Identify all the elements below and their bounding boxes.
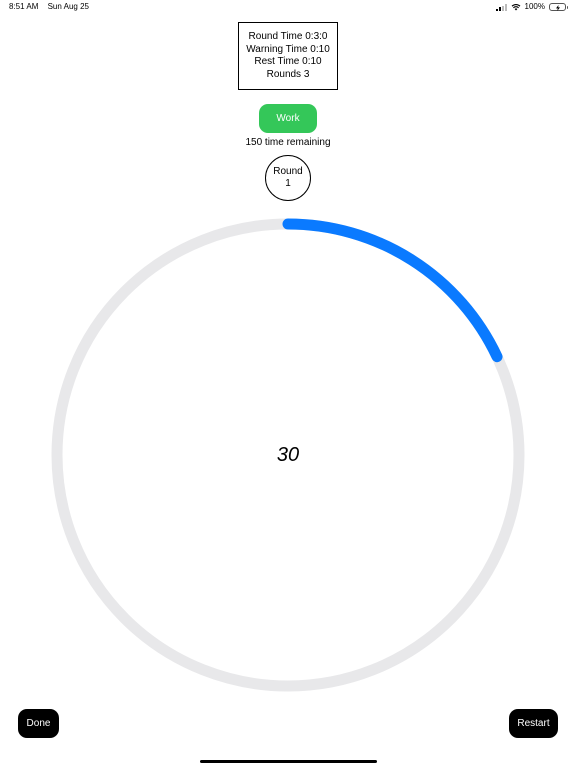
progress-ring <box>51 218 525 692</box>
timer-screen: 8:51 AM Sun Aug 25 100% Round Time 0:3:0… <box>0 0 576 768</box>
home-indicator[interactable] <box>200 760 377 763</box>
restart-button[interactable]: Restart <box>509 709 558 738</box>
countdown-value: 30 <box>276 444 300 466</box>
done-button[interactable]: Done <box>18 709 59 738</box>
